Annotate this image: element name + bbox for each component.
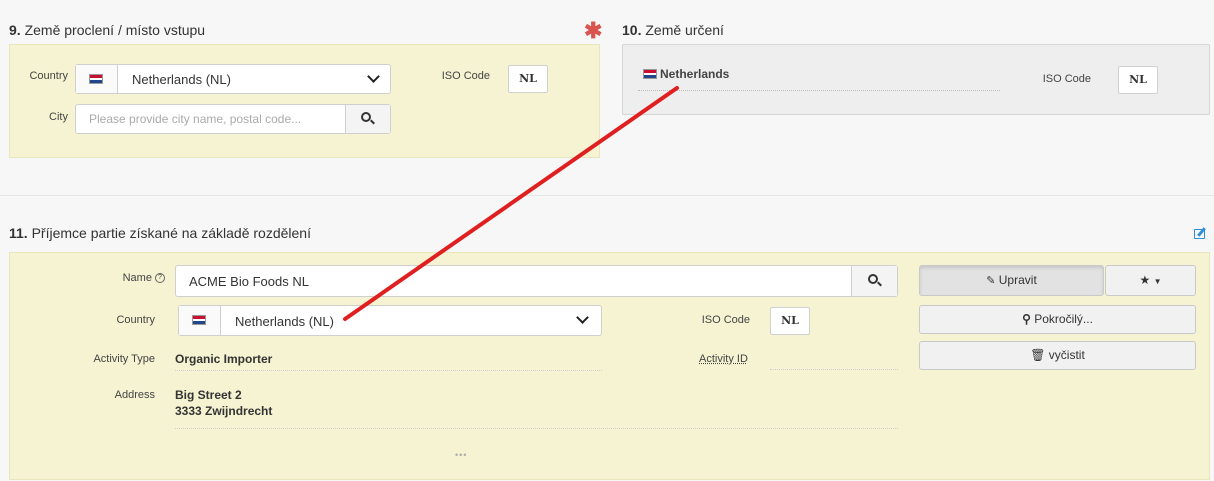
country-label: Country — [29, 70, 68, 82]
more-toggle[interactable]: ••• — [455, 450, 467, 460]
iso-code-value: NL — [508, 65, 548, 93]
iso-code-value: NL — [1118, 66, 1158, 94]
address-value: Big Street 2 3333 Zwijndrecht — [175, 387, 898, 429]
edit-icon: ✎ — [986, 275, 996, 287]
advanced-button-label: Pokročilý... — [1034, 312, 1093, 326]
name-search-group: ACME Bio Foods NL — [175, 265, 898, 297]
chevron-down-icon — [576, 311, 589, 324]
destination-country-value: Netherlands — [660, 67, 730, 81]
iso-code-label: ISO Code — [701, 314, 750, 326]
page: 9. Země proclení / místo vstupu ✱ Countr… — [0, 0, 1214, 481]
iso-code-value: NL — [770, 307, 810, 335]
clear-button-label: vyčistit — [1048, 348, 1085, 362]
advanced-button[interactable]: ⚲ Pokročilý... — [919, 305, 1196, 334]
country-select[interactable]: Netherlands (NL) — [75, 64, 391, 94]
country-select-value: Netherlands (NL) — [132, 72, 231, 87]
clear-button[interactable]: 🗑 vyčistit — [919, 341, 1196, 370]
activity-id-value — [770, 369, 898, 370]
city-label: City — [49, 111, 68, 123]
name-input[interactable]: ACME Bio Foods NL — [189, 274, 309, 289]
iso-code-label: ISO Code — [1042, 73, 1091, 85]
section-divider — [0, 195, 1214, 196]
section-10-panel: Netherlands ISO Code NL — [622, 44, 1210, 115]
country-label: Country — [116, 314, 155, 326]
section-9-title: 9. Země proclení / místo vstupu — [9, 22, 205, 38]
destination-underline — [638, 90, 1000, 91]
country-select-value: Netherlands (NL) — [235, 314, 334, 329]
name-label: Name — [122, 272, 152, 284]
activity-id-label: Activity ID — [699, 353, 748, 365]
section-11-number: 11. — [9, 225, 28, 241]
trash-icon: 🗑 — [1030, 348, 1046, 362]
section-10-label: Země určení — [645, 22, 724, 38]
activity-type-label: Activity Type — [93, 353, 155, 365]
country-flag-addon — [179, 306, 221, 335]
country-flag-addon — [76, 65, 118, 93]
section-11-title: 11. Příjemce partie získané na základě r… — [9, 225, 311, 241]
section-11-panel: Name ? ACME Bio Foods NL ✎ Upravit ★ ▼ ⚲… — [9, 252, 1210, 480]
favorites-dropdown-button[interactable]: ★ ▼ — [1105, 265, 1196, 296]
name-label-group: Name ? — [90, 272, 165, 284]
city-search-button[interactable] — [345, 105, 390, 133]
netherlands-flag-icon — [192, 315, 206, 325]
star-icon: ★ — [1139, 273, 1151, 287]
section-9-label: Země proclení / místo vstupu — [24, 22, 206, 38]
section-11-label: Příjemce partie získané na základě rozdě… — [31, 225, 311, 241]
activity-type-value: Organic Importer — [175, 352, 602, 371]
name-search-button[interactable] — [851, 266, 897, 296]
search-icon: ⚲ — [1022, 312, 1031, 326]
section-9-panel: Country Netherlands (NL) ISO Code NL Cit… — [9, 44, 600, 158]
edit-icon[interactable] — [1194, 227, 1208, 239]
netherlands-flag-icon — [643, 69, 657, 79]
help-icon[interactable]: ? — [155, 273, 165, 284]
edit-button[interactable]: ✎ Upravit — [919, 265, 1104, 296]
chevron-down-icon — [367, 70, 380, 83]
address-label: Address — [114, 389, 155, 401]
city-input[interactable]: Please provide city name, postal code... — [89, 112, 301, 126]
section-9-number: 9. — [9, 22, 21, 38]
required-star-icon: ✱ — [584, 18, 603, 43]
caret-down-icon: ▼ — [1153, 277, 1162, 286]
section-10-title: 10. Země určení — [622, 22, 724, 38]
iso-code-label: ISO Code — [441, 70, 490, 82]
netherlands-flag-icon — [89, 74, 103, 84]
address-line-2: 3333 Zwijndrecht — [175, 404, 273, 418]
city-search-group: Please provide city name, postal code... — [75, 104, 391, 134]
edit-button-label: Upravit — [998, 273, 1037, 287]
address-line-1: Big Street 2 — [175, 388, 242, 402]
section-10-number: 10. — [622, 22, 642, 38]
country-select[interactable]: Netherlands (NL) — [178, 305, 602, 336]
